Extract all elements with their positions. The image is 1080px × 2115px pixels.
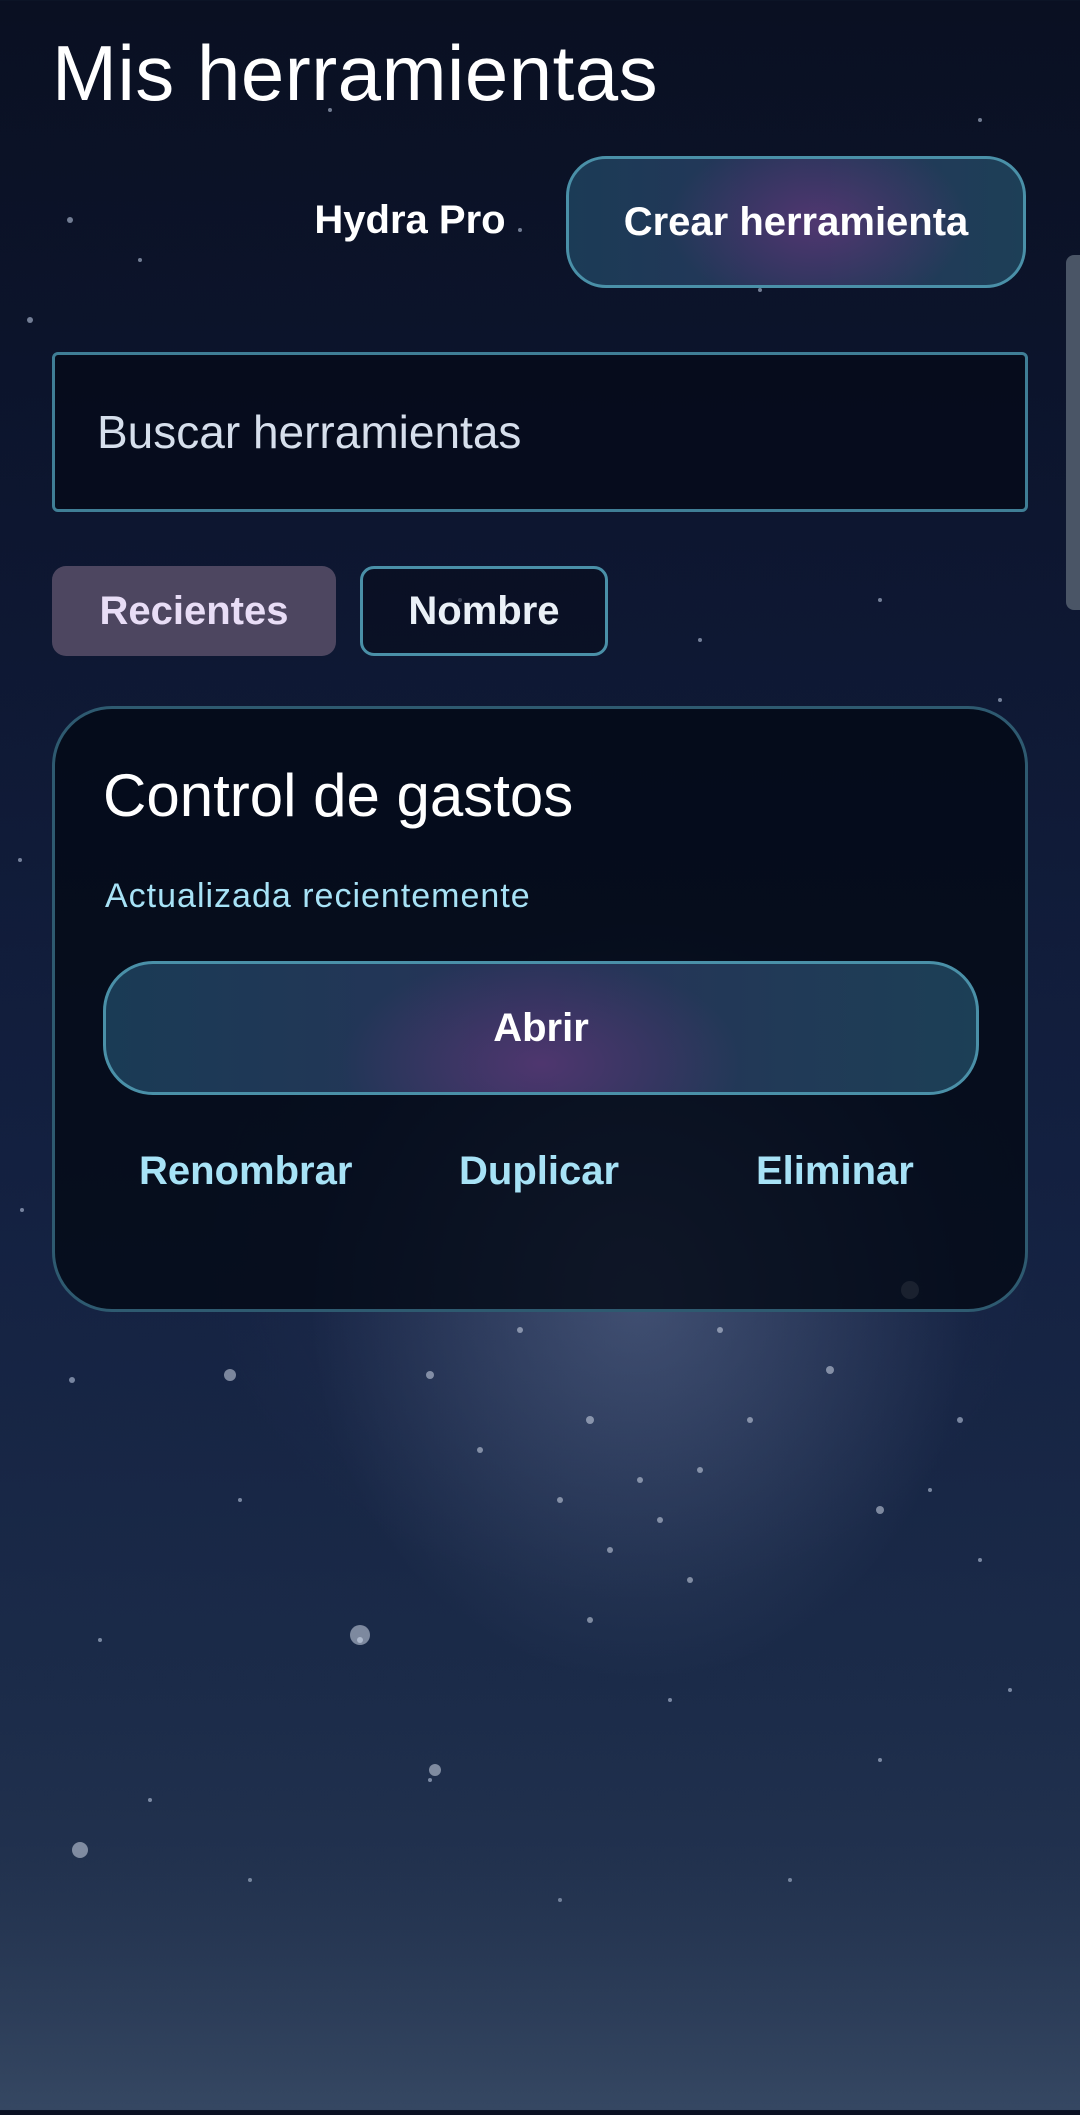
search-input[interactable] bbox=[52, 352, 1028, 512]
tool-card-title: Control de gastos bbox=[103, 762, 574, 829]
tool-card: Control de gastos Actualizada recienteme… bbox=[52, 706, 1028, 1312]
rename-button[interactable]: Renombrar bbox=[139, 1149, 352, 1194]
create-tool-button[interactable]: Crear herramienta bbox=[566, 156, 1026, 288]
plan-label: Hydra Pro bbox=[314, 198, 506, 242]
delete-button[interactable]: Eliminar bbox=[756, 1149, 914, 1194]
sort-chip-nombre[interactable]: Nombre bbox=[360, 566, 608, 656]
sort-chip-recientes[interactable]: Recientes bbox=[52, 566, 336, 656]
scrollbar[interactable] bbox=[1066, 255, 1080, 610]
tool-card-actions: Renombrar Duplicar Eliminar bbox=[103, 1149, 979, 1209]
tool-card-status: Actualizada recientemente bbox=[105, 877, 531, 915]
open-button[interactable]: Abrir bbox=[103, 961, 979, 1095]
page-title: Mis herramientas bbox=[52, 29, 659, 117]
duplicate-button[interactable]: Duplicar bbox=[459, 1149, 619, 1194]
